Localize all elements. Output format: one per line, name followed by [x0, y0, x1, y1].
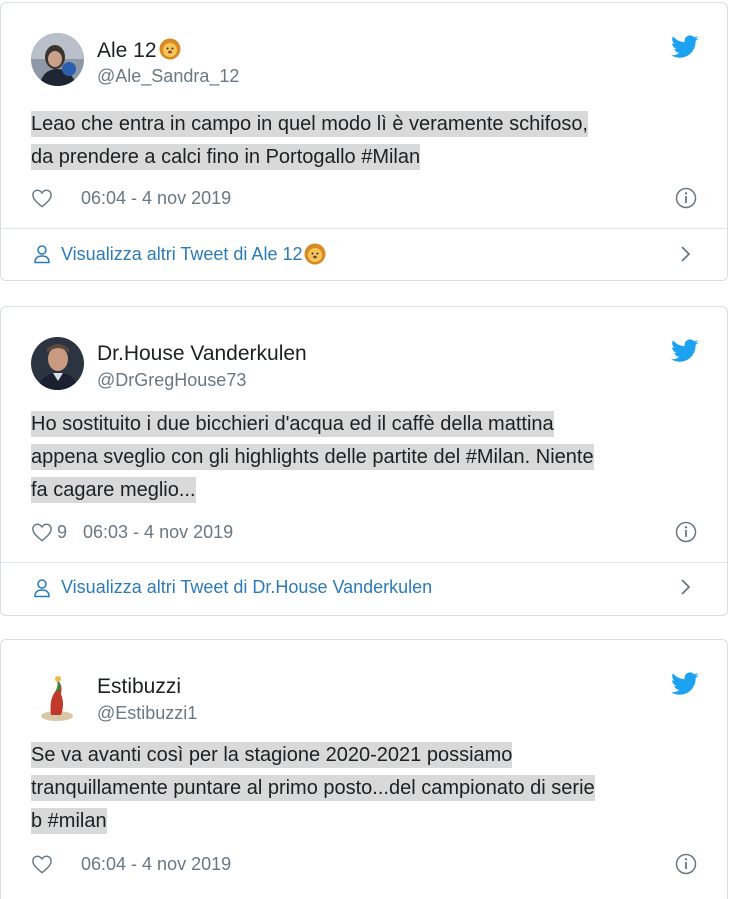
chevron-right-icon[interactable] — [679, 577, 693, 597]
heart-icon[interactable] — [31, 854, 53, 874]
display-name[interactable]: Estibuzzi — [97, 675, 181, 699]
twitter-bird-icon[interactable] — [671, 339, 699, 363]
tweet-text-line: tranquillamente puntare al primo posto..… — [31, 775, 595, 801]
divider — [1, 228, 727, 229]
twitter-bird-icon[interactable] — [671, 35, 699, 59]
lion-face-emoji — [304, 243, 326, 265]
heart-icon[interactable] — [31, 188, 53, 208]
lion-face-emoji — [159, 38, 181, 60]
avatar[interactable] — [31, 337, 84, 390]
tweet-text-line: appena sveglio con gli highlights delle … — [31, 444, 594, 470]
tweet-text: Se va avanti così per la stagione 2020-2… — [31, 739, 711, 838]
tweet-meta: 06:04 - 4 nov 2019 — [31, 185, 231, 211]
tweet-text-line: da prendere a calci fino in Portogallo #… — [31, 144, 421, 170]
tweet-card-drhouse: Dr.House Vanderkulen @DrGregHouse73 Ho s… — [0, 306, 728, 616]
tweet-text: Ho sostituito i due bicchieri d'acqua ed… — [31, 408, 711, 507]
user-handle[interactable]: @DrGregHouse73 — [97, 370, 246, 391]
tweet-text-line: Leao che entra in campo in quel modo lì … — [31, 111, 588, 137]
like-count: 9 — [57, 521, 68, 542]
divider — [1, 562, 727, 563]
heart-icon[interactable] — [31, 522, 53, 542]
more-tweets-label: Visualizza altri Tweet di Dr.House Vande… — [61, 577, 433, 597]
tweet-text-line: b #milan — [31, 808, 107, 834]
tweet-text-line: fa cagare meglio... — [31, 477, 196, 503]
more-tweets-label: Visualizza altri Tweet di Ale 12 — [61, 243, 303, 264]
avatar[interactable] — [31, 33, 84, 86]
tweet-meta: 9 06:03 - 4 nov 2019 — [31, 519, 233, 545]
tweet-text: Leao che entra in campo in quel modo lì … — [31, 108, 711, 174]
avatar[interactable] — [31, 670, 84, 723]
user-handle[interactable]: @Ale_Sandra_12 — [97, 66, 239, 87]
chevron-right-icon[interactable] — [679, 244, 693, 264]
tweet-card-estibuzzi: Estibuzzi @Estibuzzi1 Se va avanti così … — [0, 639, 728, 899]
more-tweets-link[interactable]: Visualizza altri Tweet di Dr.House Vande… — [33, 577, 432, 598]
tweet-text-line: Ho sostituito i due bicchieri d'acqua ed… — [31, 411, 554, 437]
person-icon — [33, 578, 51, 598]
twitter-bird-icon[interactable] — [671, 672, 699, 696]
info-icon[interactable] — [675, 521, 697, 543]
timestamp[interactable]: 06:03 - 4 nov 2019 — [83, 522, 233, 543]
tweet-card-ale12: Ale 12 @Ale_Sandra_12 Leao che entra in … — [0, 2, 728, 281]
tweet-text-line: Se va avanti così per la stagione 2020-2… — [31, 742, 513, 768]
display-name[interactable]: Ale 12 — [97, 38, 181, 63]
user-handle[interactable]: @Estibuzzi1 — [97, 703, 197, 724]
info-icon[interactable] — [675, 187, 697, 209]
timestamp[interactable]: 06:04 - 4 nov 2019 — [81, 188, 231, 209]
more-tweets-link[interactable]: Visualizza altri Tweet di Ale 12 — [33, 243, 326, 265]
display-name[interactable]: Dr.House Vanderkulen — [97, 342, 307, 366]
person-icon — [33, 244, 51, 264]
tweet-meta: 06:04 - 4 nov 2019 — [31, 851, 231, 877]
info-icon[interactable] — [675, 853, 697, 875]
timestamp[interactable]: 06:04 - 4 nov 2019 — [81, 854, 231, 875]
